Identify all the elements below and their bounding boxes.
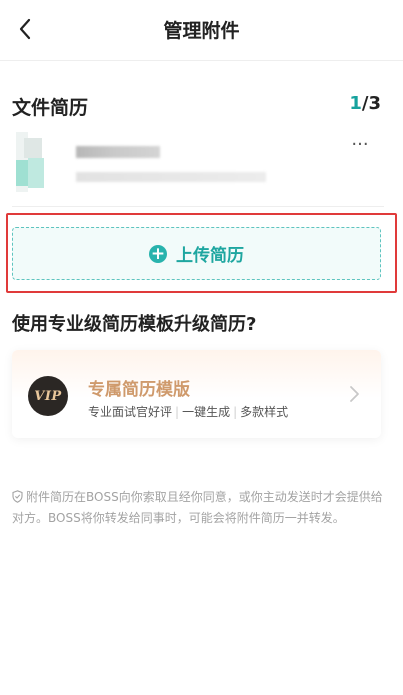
file-section-title: 文件简历 xyxy=(12,97,89,119)
chevron-right-icon xyxy=(350,386,359,402)
file-count-total: /3 xyxy=(361,93,381,114)
feature-item: 多款样式 xyxy=(240,405,289,419)
upload-resume-label: 上传简历 xyxy=(176,246,244,266)
resume-file-item[interactable]: ··· xyxy=(12,128,382,202)
more-options-button[interactable]: ··· xyxy=(346,136,374,158)
shield-icon xyxy=(12,490,23,503)
resume-template-card[interactable]: VIP 专属简历模版 专业面试官好评 | 一键生成 | 多款样式 xyxy=(12,350,381,438)
app-header: 管理附件 xyxy=(0,0,403,61)
template-card-title: 专属简历模版 xyxy=(88,380,190,400)
divider xyxy=(12,206,384,207)
plus-circle-icon: + xyxy=(149,243,167,264)
page-title: 管理附件 xyxy=(163,20,240,42)
upload-resume-button[interactable]: + 上传简历 xyxy=(12,227,381,280)
file-thumbnail xyxy=(16,132,52,192)
feature-item: 专业面试官好评 xyxy=(88,405,173,419)
promo-heading: 使用专业级简历模板升级简历? xyxy=(12,314,257,335)
privacy-notice-text: 附件简历在BOSS向你索取且经你同意，或你主动发送时才会提供给对方。BOSS将你… xyxy=(12,490,383,525)
vip-badge-icon: VIP xyxy=(28,376,68,416)
file-meta-blurred xyxy=(76,172,266,182)
file-count-current: 1 xyxy=(349,93,362,114)
vip-badge-text: VIP xyxy=(34,388,62,404)
feature-item: 一键生成 xyxy=(182,405,231,419)
file-count: 1/3 xyxy=(349,93,381,114)
template-card-features: 专业面试官好评 | 一键生成 | 多款样式 xyxy=(88,405,289,419)
file-name-blurred xyxy=(76,146,160,158)
privacy-notice: 附件简历在BOSS向你索取且经你同意，或你主动发送时才会提供给对方。BOSS将你… xyxy=(12,487,384,529)
